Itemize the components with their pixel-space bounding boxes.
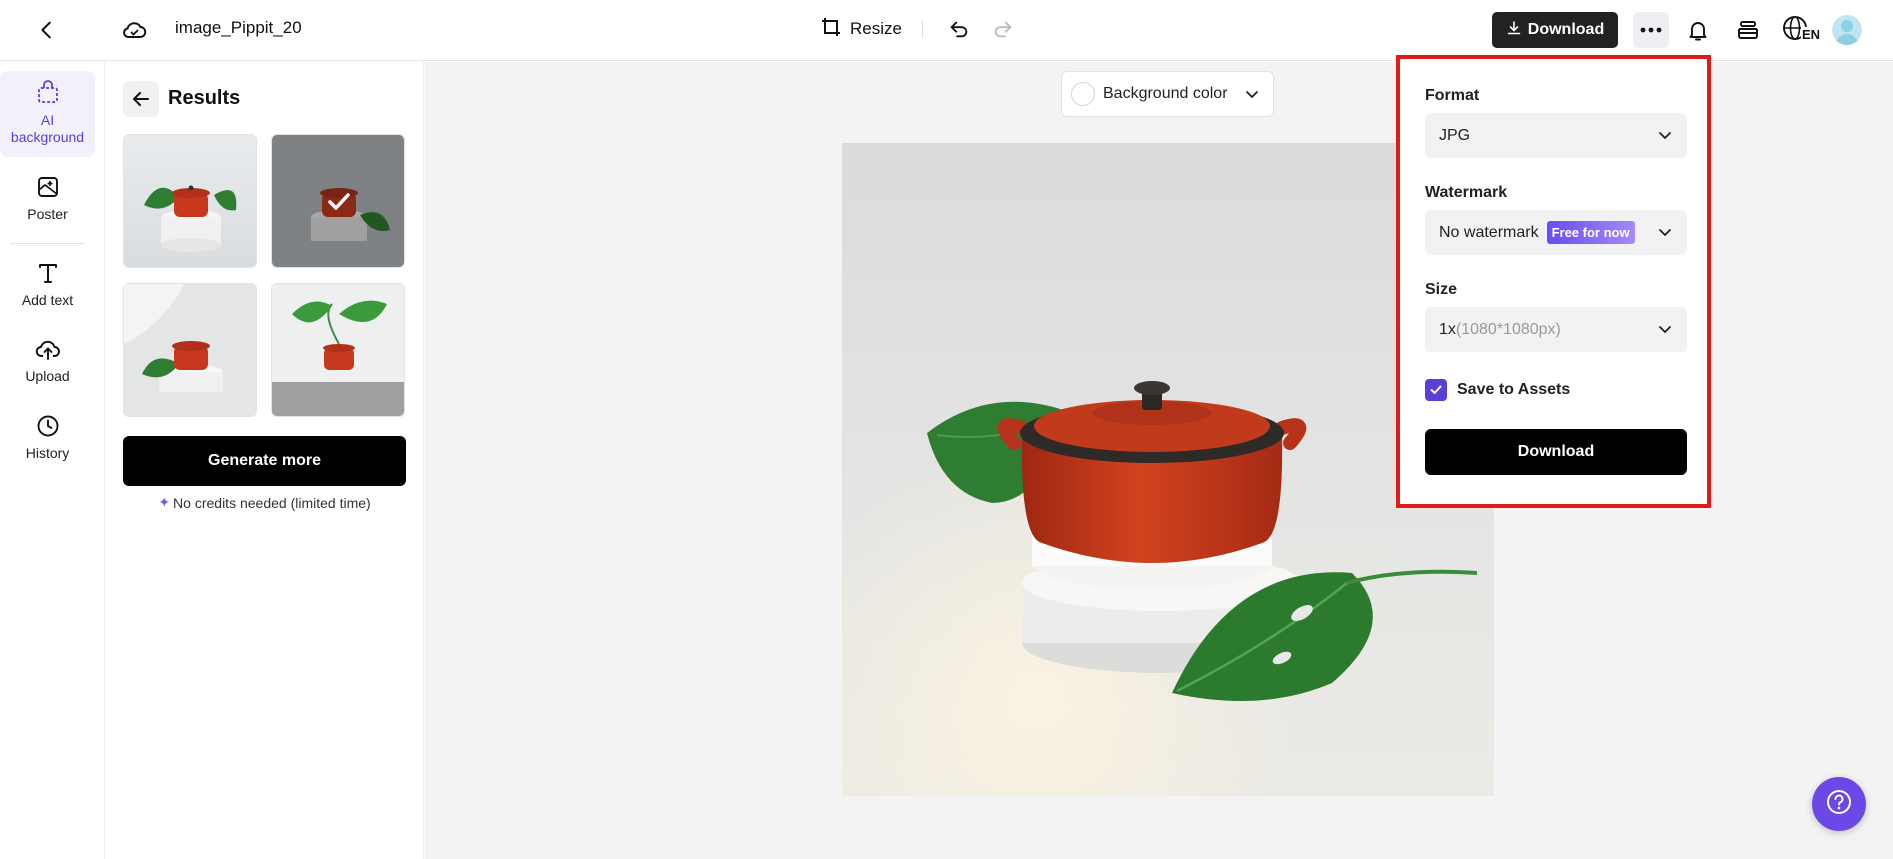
layers-icon[interactable] <box>1734 16 1762 44</box>
rail-label-upload: Upload <box>25 368 70 384</box>
language-globe-icon[interactable]: EN <box>1781 14 1822 46</box>
download-settings-popover: Format JPG Watermark No watermark Free f… <box>1396 55 1711 508</box>
rail-label-poster: Poster <box>27 206 68 222</box>
credits-note-text: No credits needed (limited time) <box>173 494 371 511</box>
size-value: 1x <box>1439 320 1456 338</box>
result-thumbnail[interactable] <box>123 283 257 417</box>
upload-cloud-icon <box>35 337 61 364</box>
popover-download-button[interactable]: Download <box>1425 429 1687 475</box>
question-icon <box>1825 788 1853 821</box>
download-button[interactable]: Download <box>1492 12 1618 48</box>
rail-label-add-text: Add text <box>21 292 74 308</box>
download-icon <box>1506 20 1522 41</box>
size-detail: (1080*1080px) <box>1455 320 1561 338</box>
credits-note: ✦ No credits needed (limited time) <box>123 494 406 511</box>
rail-label-history: History <box>25 445 70 461</box>
avatar[interactable] <box>1832 15 1862 45</box>
poster-icon <box>36 175 60 202</box>
top-bar: image_Pippit_20 Resize Download EN <box>0 0 1893 61</box>
rail-item-upload[interactable]: Upload <box>0 337 95 385</box>
redo-icon[interactable] <box>989 15 1017 43</box>
result-thumbnail-selected[interactable] <box>271 134 405 268</box>
selected-check-icon <box>324 187 354 222</box>
resize-button[interactable]: Resize <box>820 14 902 44</box>
toolbar-divider <box>922 20 923 38</box>
clock-icon <box>36 414 60 441</box>
format-label: Format <box>1425 87 1480 104</box>
color-swatch <box>1071 82 1095 106</box>
left-tool-rail: AI background Poster Add text Upload His… <box>0 62 105 859</box>
rail-item-poster[interactable]: Poster <box>0 175 95 223</box>
rail-item-add-text[interactable]: Add text <box>0 261 95 309</box>
more-options-button[interactable] <box>1633 12 1669 48</box>
bag-icon <box>35 79 61 108</box>
background-color-label: Background color <box>1103 85 1228 102</box>
format-value: JPG <box>1439 126 1471 144</box>
results-back-button[interactable] <box>123 81 159 117</box>
download-label: Download <box>1527 21 1605 38</box>
results-panel: Results Generate more ✦ No credits neede… <box>106 62 424 859</box>
back-chevron-icon[interactable] <box>33 16 61 44</box>
cloud-sync-icon[interactable] <box>119 15 149 45</box>
sparkle-icon: ✦ <box>158 494 171 510</box>
chevron-down-icon <box>1244 86 1260 102</box>
result-thumbnail[interactable] <box>123 134 257 268</box>
rail-item-ai-background[interactable]: AI background <box>0 71 95 157</box>
generate-more-button[interactable]: Generate more <box>123 436 406 486</box>
watermark-value: No watermark <box>1439 223 1539 241</box>
save-to-assets-checkbox[interactable] <box>1425 379 1447 401</box>
chevron-down-icon <box>1657 321 1673 342</box>
format-select[interactable]: JPG <box>1425 113 1687 158</box>
rail-divider <box>10 243 85 244</box>
free-badge: Free for now <box>1546 221 1635 244</box>
rail-label-ai-background: AI background <box>10 112 85 145</box>
chevron-down-icon <box>1657 224 1673 245</box>
undo-icon[interactable] <box>945 15 973 43</box>
language-code: EN <box>1801 27 1822 42</box>
size-select[interactable]: 1x (1080*1080px) <box>1425 307 1687 352</box>
document-title[interactable]: image_Pippit_20 <box>175 18 302 38</box>
bell-icon[interactable] <box>1684 16 1712 44</box>
chevron-down-icon <box>1657 127 1673 148</box>
save-to-assets-row[interactable]: Save to Assets <box>1425 379 1570 401</box>
size-label: Size <box>1425 281 1458 298</box>
resize-label: Resize <box>850 19 902 38</box>
watermark-select[interactable]: No watermark Free for now <box>1425 210 1687 255</box>
resize-icon <box>820 16 842 43</box>
watermark-label: Watermark <box>1425 184 1508 201</box>
save-to-assets-label: Save to Assets <box>1457 381 1571 398</box>
result-thumbnail[interactable] <box>271 283 405 417</box>
rail-item-history[interactable]: History <box>0 414 95 462</box>
background-color-dropdown[interactable]: Background color <box>1061 71 1274 117</box>
text-icon <box>36 261 60 288</box>
results-title: Results <box>168 87 241 109</box>
help-button[interactable] <box>1812 777 1866 831</box>
